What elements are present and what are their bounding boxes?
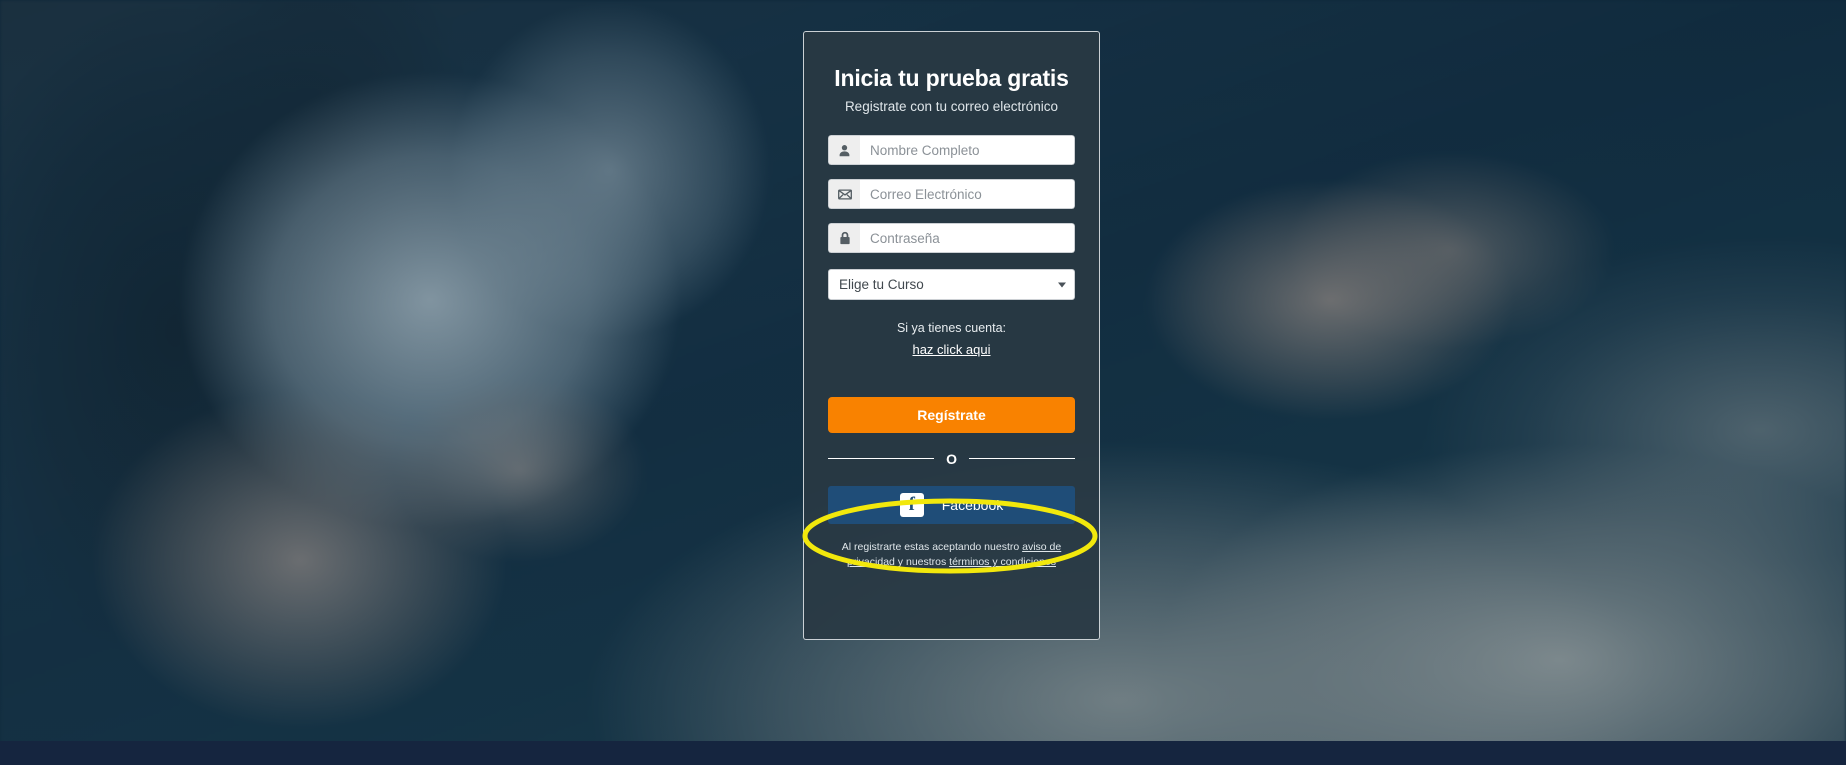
facebook-f-icon: f [899,492,924,517]
password-field-group [828,223,1075,253]
signup-card: Inicia tu prueba gratis Registrate con t… [803,31,1100,640]
legal-lead-text: Al registrarte estas aceptando nuestro [841,540,1023,553]
email-input[interactable] [860,179,1075,209]
register-button[interactable]: Regístrate [828,396,1075,433]
envelope-icon [828,179,860,209]
signup-page: Inicia tu prueba gratis Registrate con t… [0,0,1846,765]
email-field-group [828,179,1075,209]
password-input[interactable] [860,223,1075,253]
existing-account-prompt: Si ya tienes cuenta: haz click aqui [828,321,1075,357]
course-select[interactable]: Elige tu Curso [828,269,1075,300]
facebook-button-label: Facebook [941,496,1004,513]
facebook-button[interactable]: f Facebook [828,485,1075,524]
existing-account-text: Si ya tienes cuenta: [896,321,1007,335]
footer-bar [0,741,1846,765]
or-divider: O [828,450,1076,467]
page-title: Inicia tu prueba gratis [834,65,1069,91]
user-icon [828,135,860,165]
terms-link[interactable]: términos y condiciones [949,556,1056,568]
course-select-wrapper: Elige tu Curso [828,269,1075,300]
page-subtitle: Registrate con tu correo electrónico [844,99,1059,114]
divider-rule-left [828,458,935,460]
login-link[interactable]: haz click aqui [828,343,1075,357]
fullname-field-group [828,135,1075,165]
lock-icon [828,223,860,253]
divider-rule-right [968,458,1076,460]
divider-label: O [946,450,957,467]
legal-middle-text: y nuestros [894,555,950,568]
legal-disclaimer: Al registrarte estas aceptando nuestro a… [828,540,1075,570]
fullname-input[interactable] [860,135,1075,165]
